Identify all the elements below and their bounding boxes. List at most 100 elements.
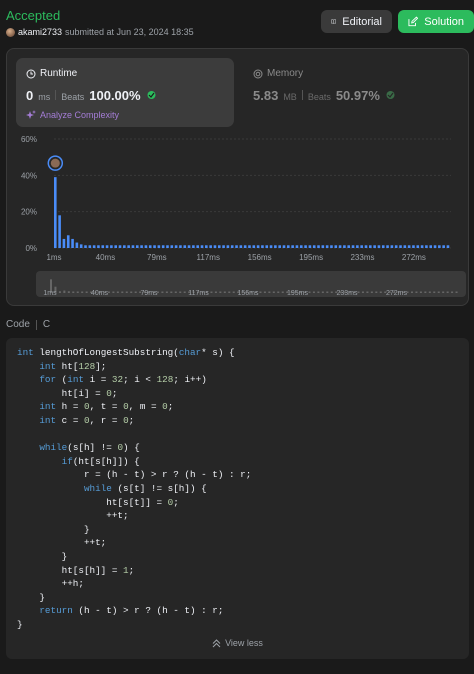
code-block[interactable]: int lengthOfLongestSubstring(char* s) { … — [6, 338, 469, 659]
brush-bar — [263, 291, 266, 293]
code-line: for (int i = 32; i < 128; i++) — [39, 374, 207, 386]
runtime-value-row: 0 ms Beats 100.00% — [26, 88, 157, 103]
chart-bar — [170, 245, 174, 248]
analyze-complexity-link[interactable]: Analyze Complexity — [26, 110, 119, 120]
chart-bar — [338, 245, 342, 248]
keyword-token: return — [39, 605, 73, 617]
brush-bar — [419, 291, 422, 293]
runtime-label: Runtime — [40, 68, 78, 79]
brush-bar — [326, 291, 329, 293]
chart-bar — [179, 245, 182, 248]
brush-tick-label: 1ms — [43, 290, 57, 297]
chart-bar — [412, 245, 415, 248]
code-content: int lengthOfLongestSubstring(char* s) { … — [17, 346, 251, 631]
username-link[interactable]: akami2733 — [18, 27, 62, 37]
brush-bar — [116, 291, 119, 293]
keyword-token: char — [178, 347, 202, 358]
editorial-label: Editorial — [342, 15, 382, 28]
chart-bar — [84, 245, 87, 248]
chart-bar — [403, 245, 407, 248]
brush-bar — [228, 291, 231, 293]
solution-button[interactable]: Solution — [398, 10, 474, 33]
number-token: 32 — [111, 374, 124, 386]
chart-bar — [161, 245, 165, 248]
chart-bar — [446, 245, 450, 248]
avatar[interactable] — [6, 27, 15, 37]
chart-bar — [209, 245, 212, 248]
brush-bar — [442, 291, 445, 293]
memory-card[interactable]: Memory 5.83 MB Beats 50.97% — [243, 58, 461, 127]
memory-unit: MB — [283, 92, 297, 102]
chart-bar — [118, 245, 122, 248]
runtime-card[interactable]: Runtime 0 ms Beats 100.00% Analyze Compl… — [16, 58, 234, 127]
number-token: 128 — [156, 374, 174, 386]
editorial-button[interactable]: Editorial — [321, 10, 392, 33]
chart-bar — [381, 245, 385, 248]
chart-bar — [174, 245, 178, 248]
brush-bar — [161, 291, 164, 293]
chart-bar — [92, 245, 96, 248]
chart-bar — [282, 245, 286, 248]
brush-bar — [81, 291, 84, 293]
brush-tick-label: 156ms — [237, 290, 259, 297]
chart-bar — [110, 245, 113, 248]
brush-bar — [433, 291, 436, 293]
brush-bar — [107, 291, 110, 293]
brush-bar — [121, 291, 124, 293]
code-tab-label: Code — [6, 319, 30, 330]
chart-bar — [334, 245, 338, 248]
user-avatar-marker — [50, 158, 60, 168]
brush-bar — [223, 291, 226, 293]
chart-bar — [295, 245, 299, 248]
chart-bar — [287, 245, 290, 248]
number-token: 0 — [83, 414, 90, 426]
brush-bar — [410, 291, 413, 293]
code-line: int ht[128]; — [39, 360, 107, 372]
number-token: 0 — [162, 401, 168, 413]
chart-bar — [213, 245, 217, 248]
number-token: 0 — [167, 496, 174, 508]
code-line: int lengthOfLongestSubstring(char* s) { — [17, 347, 235, 358]
x-tick-label: 195ms — [299, 253, 323, 262]
runtime-unit: ms — [38, 92, 51, 102]
chart-bar — [274, 245, 277, 248]
chart-bar — [135, 245, 139, 248]
view-less-label: View less — [225, 638, 263, 648]
sparkle-icon — [26, 110, 36, 119]
brush-bar — [361, 291, 364, 293]
code-line: while(s[h] != 0) { — [39, 442, 140, 454]
brush-tick-label: 40ms — [91, 290, 109, 297]
chart-bar — [54, 177, 57, 248]
memory-chip-icon — [253, 69, 263, 78]
brush-bar — [210, 291, 213, 293]
chart-bar — [62, 238, 66, 248]
brush-tick-label: 272ms — [386, 290, 408, 297]
keyword-token: int — [67, 374, 84, 386]
number-token: 1 — [123, 564, 129, 576]
keyword-token: while — [83, 482, 112, 494]
chart-bar — [269, 245, 273, 248]
x-tick-label: 156ms — [248, 253, 272, 262]
chart-range-brush[interactable]: 1ms 40ms 79ms 117ms 156ms 195ms 233ms 272ms — [36, 271, 466, 297]
brush-bar — [63, 290, 66, 293]
chart-bar — [131, 245, 135, 248]
keyword-token: for — [39, 374, 57, 386]
chart-bar — [407, 245, 411, 248]
chart-bar — [265, 245, 269, 248]
brush-bar — [130, 291, 133, 293]
view-less-button[interactable]: View less — [6, 638, 469, 648]
chart-bar — [200, 245, 204, 248]
number-token: 0 — [83, 401, 90, 413]
chart-bar — [347, 245, 351, 248]
analyze-complexity-label: Analyze Complexity — [40, 110, 120, 120]
chart-bar — [252, 245, 256, 248]
brush-bar — [268, 291, 271, 293]
chart-bar — [58, 215, 61, 248]
x-tick-label: 79ms — [147, 253, 167, 262]
number-token: 0 — [106, 387, 112, 399]
runtime-distribution-chart[interactable]: 0% 20% 40% 60% 1ms 40ms 79ms 117ms 156ms 195ms 233… — [7, 133, 468, 263]
chart-bar — [217, 245, 221, 248]
y-tick-label: 0% — [25, 244, 37, 253]
x-tick-label: 40ms — [96, 253, 116, 262]
memory-title: Memory — [253, 68, 303, 79]
